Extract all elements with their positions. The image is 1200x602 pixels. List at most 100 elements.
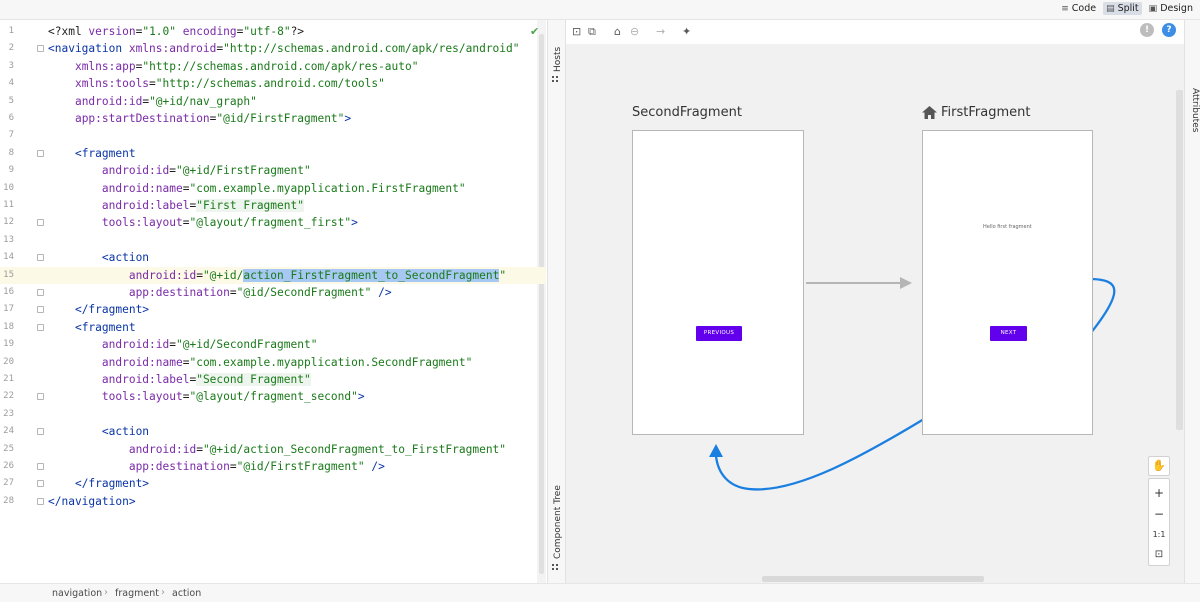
fold-marker-icon[interactable] [37, 480, 44, 488]
code-line[interactable]: 7 [0, 127, 546, 144]
component-tree-panel-tab[interactable]: Component Tree [553, 485, 563, 559]
code-line[interactable]: 12 tools:layout="@layout/fragment_first"… [0, 214, 546, 231]
code-line[interactable]: 6 app:startDestination="@id/FirstFragmen… [0, 110, 546, 127]
first-fragment-title[interactable]: FirstFragment [941, 105, 1030, 120]
code-token: <action [101, 251, 150, 265]
zoom-to-fit-icon[interactable]: ⊡ [1149, 546, 1169, 564]
attributes-panel-tab[interactable]: Attributes [1190, 88, 1200, 132]
code-token: = [229, 460, 237, 473]
home-icon[interactable]: ⌂ [614, 25, 621, 39]
second-fragment-preview[interactable]: PREVIOUS [632, 130, 804, 435]
code-line[interactable]: 20 android:name="com.example.myapplicati… [0, 354, 546, 371]
breadcrumb-action[interactable]: action [172, 588, 201, 599]
canvas-vertical-scrollbar[interactable] [1176, 90, 1183, 430]
canvas-horizontal-scrollbar[interactable] [762, 576, 984, 582]
fold-marker-icon[interactable] [37, 306, 44, 314]
clone-icon[interactable]: ⧉ [588, 25, 596, 39]
code-line[interactable]: 26 app:destination="@id/FirstFragment" /… [0, 458, 546, 475]
code-line[interactable]: 14 <action [0, 249, 546, 266]
code-view-icon: ≡ [1061, 3, 1069, 14]
code-line[interactable]: 1 <?xml version="1.0" encoding="utf-8"?> [0, 23, 546, 40]
code-line[interactable]: 24 <action [0, 423, 546, 440]
xml-code-editor[interactable]: ✔ 1 <?xml version="1.0" encoding="utf-8"?… [0, 20, 546, 583]
code-token: android:name [101, 355, 183, 369]
code-line[interactable]: 17 </fragment> [0, 301, 546, 318]
line-number: 18 [3, 321, 14, 332]
fold-marker-icon[interactable] [37, 254, 44, 262]
line-number: 25 [3, 443, 14, 454]
pan-hand-icon[interactable]: ✋ [1148, 456, 1170, 476]
new-destination-icon[interactable]: ⊡ [572, 25, 581, 39]
code-token: "@+id/SecondFragment" [176, 338, 318, 352]
code-line[interactable]: 3 xmlns:app="http://schemas.android.com/… [0, 58, 546, 75]
fold-marker-icon[interactable] [37, 323, 44, 331]
code-text: tools:layout="@layout/fragment_second"> [48, 388, 365, 405]
breadcrumb-fragment[interactable]: fragment [115, 588, 159, 599]
code-line[interactable]: 27 </fragment> [0, 475, 546, 492]
code-token: "http://schemas.android.com/apk/res/andr… [223, 42, 520, 56]
code-token: android:name [101, 181, 183, 195]
code-line[interactable]: 28 </navigation> [0, 493, 546, 510]
code-line[interactable]: 21 android:label="Second Fragment" [0, 371, 546, 388]
arrow-icon[interactable]: → [656, 25, 665, 39]
code-line[interactable]: 11 android:label="First Fragment" [0, 197, 546, 214]
help-icon[interactable]: ? [1162, 23, 1176, 37]
mode-split-button[interactable]: ▤ Split [1103, 2, 1142, 15]
code-line[interactable]: 9 android:id="@+id/FirstFragment" [0, 162, 546, 179]
code-line[interactable]: 5 android:id="@+id/nav_graph" [0, 93, 546, 110]
previous-button: PREVIOUS [696, 326, 742, 341]
fold-marker-icon[interactable] [37, 289, 44, 296]
first-fragment-preview[interactable]: Hello first fragment NEXT [922, 130, 1093, 435]
code-line[interactable]: 10 android:name="com.example.myapplicati… [0, 180, 546, 197]
code-line[interactable]: 25 android:id="@+id/action_SecondFragmen… [0, 441, 546, 458]
auto-arrange-icon[interactable]: ✦ [682, 25, 691, 39]
line-number: 10 [3, 182, 14, 193]
line-number: 19 [3, 339, 14, 350]
right-tool-strip: Attributes [1184, 20, 1200, 583]
breadcrumb-navigation[interactable]: navigation [52, 588, 102, 599]
code-line[interactable]: 15 android:id="@+id/action_FirstFragment… [0, 266, 546, 284]
code-token: <?xml [48, 25, 89, 38]
fold-marker-icon[interactable] [37, 149, 44, 157]
fold-marker-icon[interactable] [37, 428, 44, 436]
second-fragment-title[interactable]: SecondFragment [632, 105, 742, 120]
view-mode-switcher: ≡ Code ▤ Split ▣ Design [1058, 2, 1196, 15]
code-token: app:startDestination [74, 112, 210, 125]
fold-marker-icon[interactable] [37, 497, 44, 505]
code-line[interactable]: 18 <fragment [0, 319, 546, 336]
fold-marker-icon[interactable] [37, 463, 44, 470]
navigation-design-toolbar: ⊡ ⧉ ⌂ ⊖ → ✦ ! ? [566, 20, 1184, 44]
fold-marker-icon[interactable] [37, 45, 44, 53]
code-line[interactable]: 2 <navigation xmlns:android="http://schem… [0, 40, 546, 57]
code-token: <fragment [74, 320, 136, 334]
link-icon[interactable]: ⊖ [630, 25, 639, 39]
zoom-actual-size-button[interactable]: 1:1 [1149, 526, 1169, 544]
code-line[interactable]: 8 <fragment [0, 145, 546, 162]
code-token: android:id [101, 338, 170, 352]
code-line[interactable]: 19 android:id="@+id/SecondFragment" [0, 336, 546, 353]
code-line[interactable]: 23 [0, 406, 546, 423]
hosts-panel-tab[interactable]: Hosts [553, 47, 563, 72]
zoom-controls: + − 1:1 ⊡ [1148, 478, 1170, 566]
code-line[interactable]: 16 app:destination="@id/SecondFragment" … [0, 284, 546, 301]
fold-marker-icon[interactable] [37, 219, 44, 227]
code-token: tools:layout [101, 390, 183, 404]
zoom-out-button[interactable]: − [1149, 505, 1169, 523]
mode-design-button[interactable]: ▣ Design [1146, 2, 1196, 15]
mode-code-button[interactable]: ≡ Code [1058, 2, 1099, 15]
code-text: android:id="@+id/FirstFragment" [48, 162, 311, 179]
error-icon[interactable]: ! [1140, 23, 1154, 37]
code-line[interactable]: 22 tools:layout="@layout/fragment_second… [0, 388, 546, 405]
navigation-graph-canvas[interactable]: SecondFragment PREVIOUS FirstFragment He… [566, 44, 1184, 583]
zoom-in-button[interactable]: + [1149, 484, 1169, 502]
fold-marker-icon[interactable] [37, 393, 44, 401]
code-line[interactable]: 4 xmlns:tools="http://schemas.android.co… [0, 75, 546, 92]
code-line[interactable]: 13 [0, 232, 546, 249]
